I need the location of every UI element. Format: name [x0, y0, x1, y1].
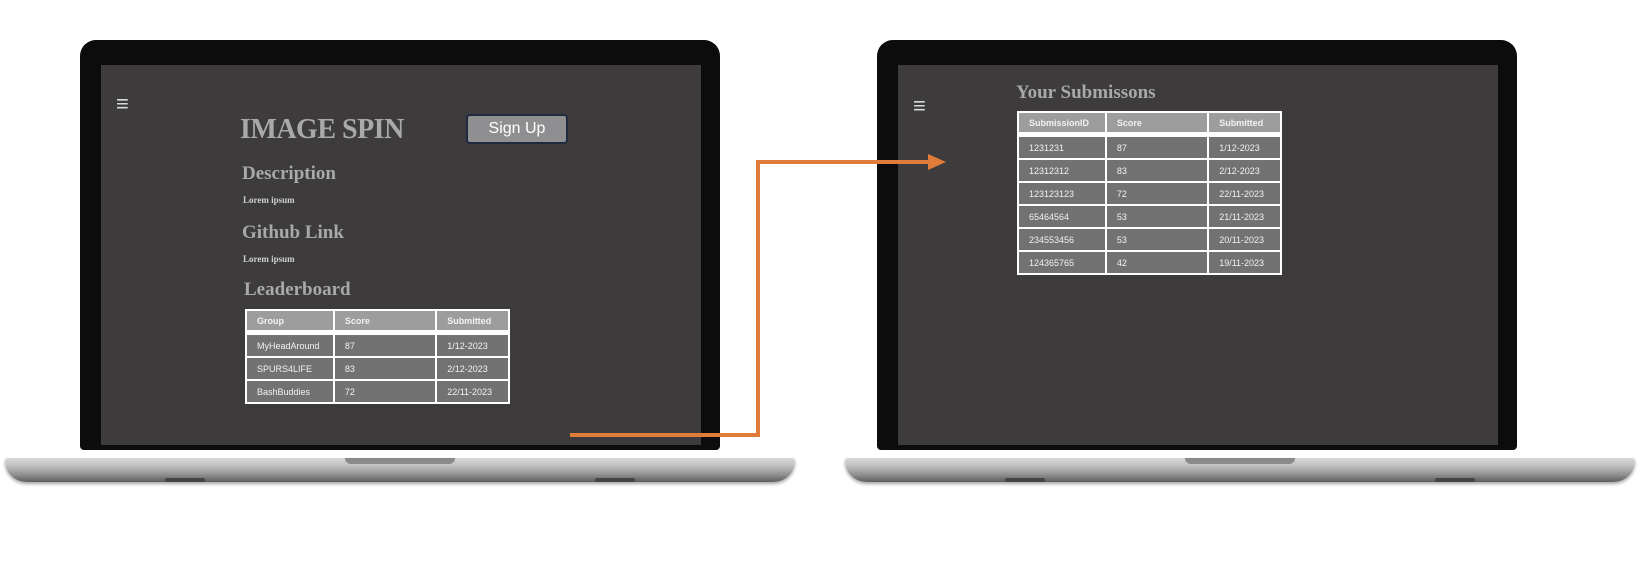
arrowhead-icon	[928, 154, 946, 170]
flow-arrow-line	[570, 160, 930, 437]
flow-arrow	[570, 154, 946, 437]
